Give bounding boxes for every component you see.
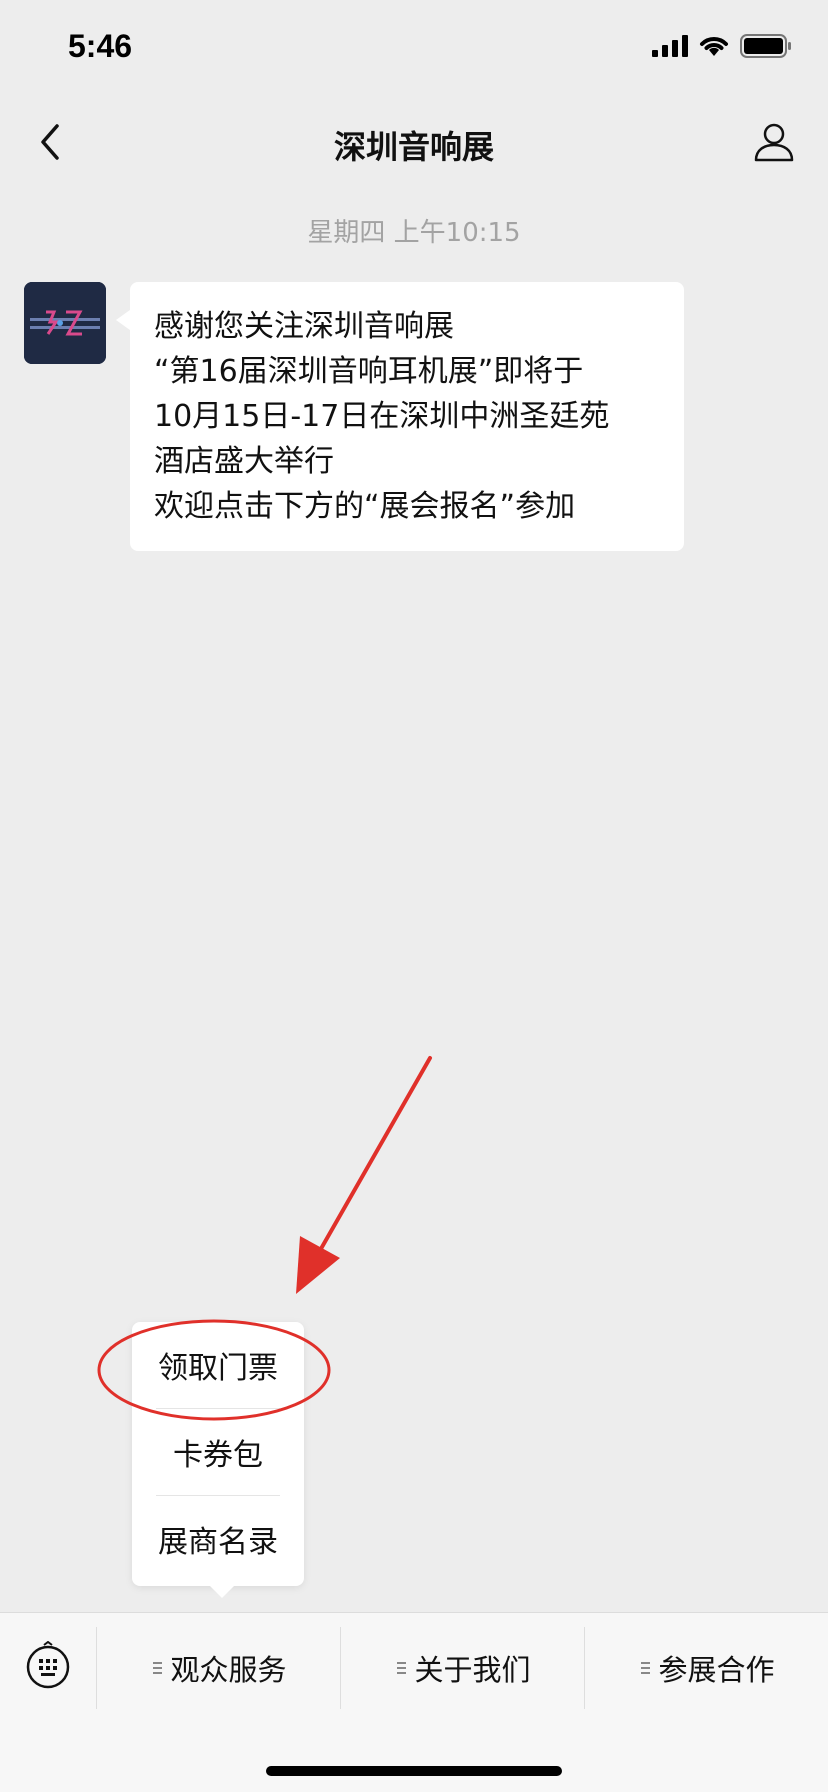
message-bubble[interactable]: 感谢您关注深圳音响展 “第16届深圳音响耳机展”即将于 10月15日-17日在深… [116, 282, 684, 551]
menu-label: 观众服务 [170, 1653, 287, 1687]
nav-bar: 深圳音响展 [0, 100, 828, 190]
profile-button[interactable] [746, 116, 802, 172]
cellular-signal-icon [652, 35, 688, 61]
battery-icon [740, 34, 792, 62]
avatar[interactable] [24, 282, 106, 364]
menu-label: 关于我们 [414, 1653, 531, 1687]
message-line: 欢迎点击下方的“展会报名”参加 [154, 489, 576, 524]
bottom-menu-bar: 观众服务 关于我们 参展合作 [0, 1612, 828, 1792]
menu-lines-icon [153, 1662, 163, 1674]
message-line: 感谢您关注深圳音响展 [154, 309, 454, 344]
menu-lines-icon [641, 1662, 651, 1674]
menu-audience-services[interactable]: 观众服务 [100, 1627, 340, 1709]
keyboard-toggle-button[interactable] [22, 1640, 74, 1693]
keyboard-icon [24, 1640, 72, 1693]
menu-lines-icon [397, 1662, 407, 1674]
popup-submenu: 领取门票 卡券包 展商名录 [132, 1322, 304, 1598]
menu-item-get-ticket[interactable]: 领取门票 [132, 1322, 304, 1408]
divider [340, 1627, 341, 1709]
divider [96, 1627, 97, 1709]
page-title: 深圳音响展 [333, 128, 494, 166]
status-bar: 5:46 [0, 0, 828, 100]
menu-about-us[interactable]: 关于我们 [344, 1627, 584, 1709]
home-indicator[interactable] [266, 1766, 562, 1776]
menu-item-exhibitor-list[interactable]: 展商名录 [132, 1496, 304, 1582]
message-line: 酒店盛大举行 [154, 444, 334, 479]
menu-item-card-wallet[interactable]: 卡券包 [132, 1409, 304, 1495]
status-icons [652, 34, 792, 62]
menu-exhibit-cooperation[interactable]: 参展合作 [588, 1627, 828, 1709]
red-arrow-icon [296, 1056, 432, 1294]
brand-logo-icon [24, 282, 106, 364]
status-time: 5:46 [68, 28, 133, 64]
menu-label: 参展合作 [658, 1653, 775, 1687]
message-line: 10月15日-17日在深圳中洲圣廷苑 [154, 399, 610, 434]
person-icon [753, 121, 795, 167]
annotation-overlay [97, 1056, 432, 1421]
wifi-icon [698, 34, 730, 62]
message-line: “第16届深圳音响耳机展”即将于 [154, 354, 584, 389]
divider [584, 1627, 585, 1709]
chat-timestamp: 星期四 上午10:15 [307, 218, 521, 248]
